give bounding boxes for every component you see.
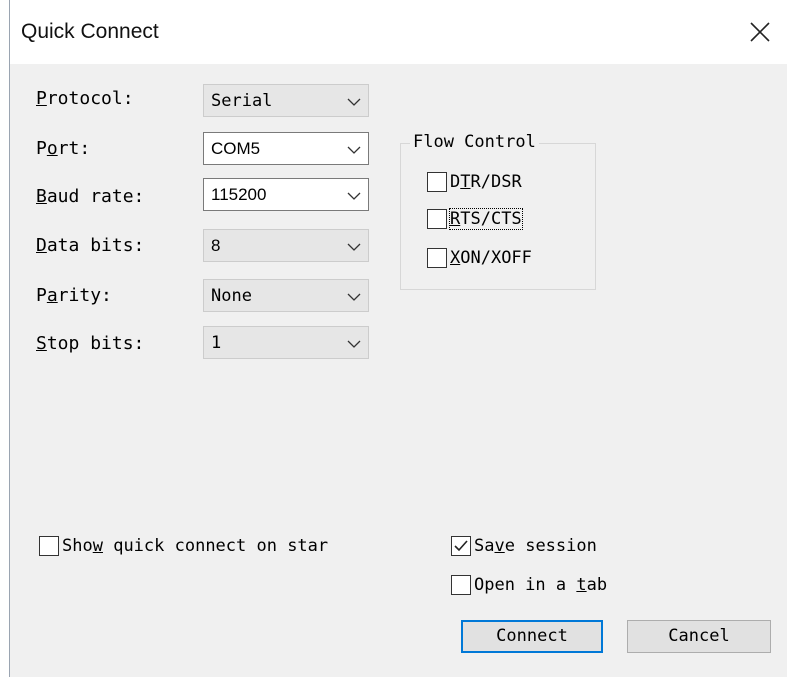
quick-connect-dialog: Quick Connect Protocol: Serial Port: COM… [9,0,787,677]
port-combobox[interactable]: COM5 [203,132,369,165]
checkbox-box[interactable] [427,209,447,229]
xon-xoff-checkbox[interactable]: XON/XOFF [427,248,532,268]
chevron-down-icon[interactable] [347,143,361,157]
protocol-select[interactable]: Serial [203,84,369,117]
chevron-down-icon [347,243,361,251]
rts-cts-label: RTS/CTS [449,208,523,230]
show-quick-connect-label: Show quick connect on star [62,536,329,556]
stop-bits-value: 1 [211,333,222,353]
data-bits-select[interactable]: 8 [203,229,369,262]
baud-rate-combobox[interactable]: 115200 [203,178,369,211]
protocol-value: Serial [211,91,273,111]
checkbox-box[interactable] [451,536,471,556]
title-bar: Quick Connect [10,0,787,64]
dtr-dsr-label: DTR/DSR [450,172,522,192]
connect-button[interactable]: Connect [461,620,603,653]
dialog-title: Quick Connect [21,20,159,43]
flow-control-title: Flow Control [410,132,539,152]
close-button[interactable] [740,12,780,52]
parity-value: None [211,286,252,306]
close-icon [750,22,770,42]
protocol-label: Protocol: [36,88,134,109]
chevron-down-icon [347,340,361,348]
checkbox-box[interactable] [427,248,447,268]
checkmark-icon [454,540,468,552]
chevron-down-icon [347,293,361,301]
stop-bits-label: Stop bits: [36,333,145,354]
checkbox-box[interactable] [39,536,59,556]
save-session-checkbox[interactable]: Save session [451,536,597,556]
port-label: Port: [36,138,91,159]
baud-rate-value: 115200 [211,185,267,204]
checkbox-box[interactable] [427,172,447,192]
open-in-tab-checkbox[interactable]: Open in a tab [451,575,607,595]
background-window-edge [0,0,9,677]
data-bits-value: 8 [211,236,221,255]
rts-cts-checkbox[interactable]: RTS/CTS [427,208,523,230]
parity-label: Parity: [36,285,112,306]
chevron-down-icon [347,98,361,106]
baud-rate-label: Baud rate: [36,186,145,207]
show-quick-connect-checkbox[interactable]: Show quick connect on star [39,536,328,556]
stop-bits-select[interactable]: 1 [203,326,369,359]
flow-control-group: Flow Control DTR/DSR RTS/CTS XON/XOFF [400,132,596,290]
cancel-button[interactable]: Cancel [627,620,771,653]
data-bits-label: Data bits: [36,235,145,256]
save-session-label: Save session [474,536,597,556]
checkbox-box[interactable] [451,575,471,595]
port-value: COM5 [211,139,261,158]
chevron-down-icon[interactable] [347,189,361,203]
parity-select[interactable]: None [203,279,369,312]
open-in-tab-label: Open in a tab [474,575,608,595]
dtr-dsr-checkbox[interactable]: DTR/DSR [427,172,522,192]
xon-xoff-label: XON/XOFF [450,248,532,268]
